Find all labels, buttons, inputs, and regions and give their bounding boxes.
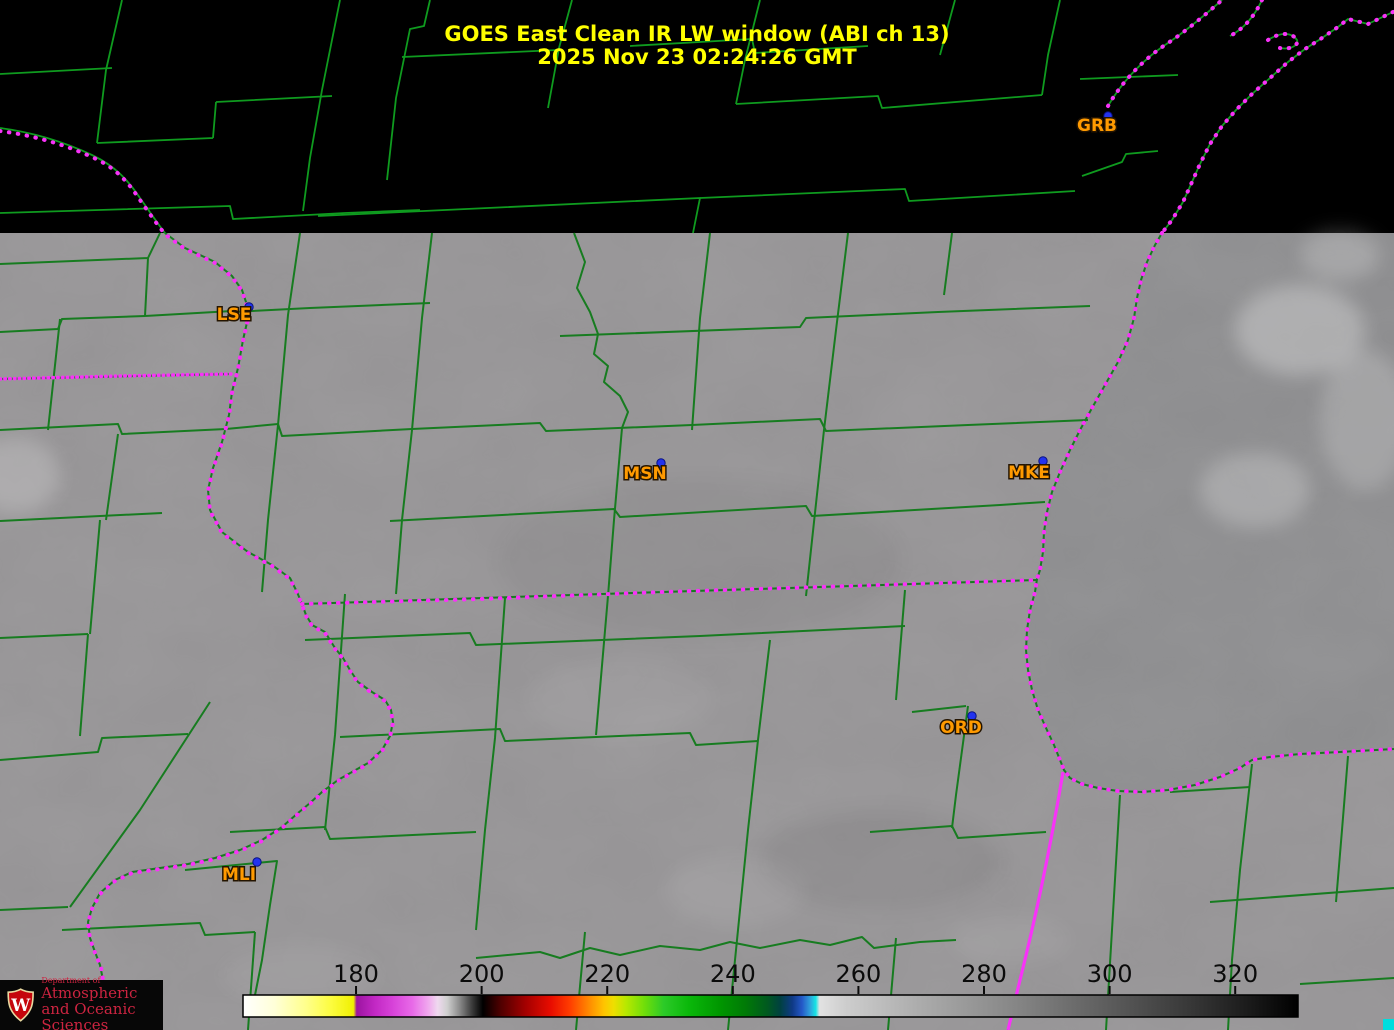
cyan-artifact [1383,1019,1394,1030]
colorbar-tick-label: 300 [1087,960,1133,988]
colorbar-tick-label: 220 [584,960,630,988]
colorbar-tick-label: 240 [710,960,756,988]
colorbar-tick-label: 180 [333,960,379,988]
station-label-MSN: MSN [623,464,666,484]
logo-name-line-2: and Oceanic Sciences [41,999,136,1030]
station-label-LSE: LSE [217,305,252,325]
colorbar-gradient [242,994,1299,1018]
station-label-GRB: GRB [1077,116,1117,136]
satellite-map: GRB LSE MSN MKE ORD MLI GOES East Clean IR LW… [0,0,1394,1030]
station-label-MKE: MKE [1008,463,1050,483]
uw-crest-icon: W [7,988,34,1022]
satellite-image-viewer: GRB LSE MSN MKE ORD MLI GOES East Clean IR LW… [0,0,1394,1030]
logo-text: Department of Atmospheric and Oceanic Sc… [41,976,163,1030]
title-line-2: 2025 Nov 23 02:24:26 GMT [537,45,857,69]
colorbar-tick-label: 260 [836,960,882,988]
uw-aos-logo: W Department of Atmospheric and Oceanic … [0,976,163,1030]
station-label-ORD: ORD [940,718,982,738]
colorbar-tick-label: 280 [961,960,1007,988]
station-label-MLI: MLI [222,865,256,885]
title-line-1: GOES East Clean IR LW window (ABI ch 13) [444,22,949,46]
colorbar-tick-label: 200 [459,960,505,988]
ir-image-background [0,0,1394,1030]
colorbar-tick-label: 320 [1212,960,1258,988]
crest-letter: W [10,995,31,1015]
